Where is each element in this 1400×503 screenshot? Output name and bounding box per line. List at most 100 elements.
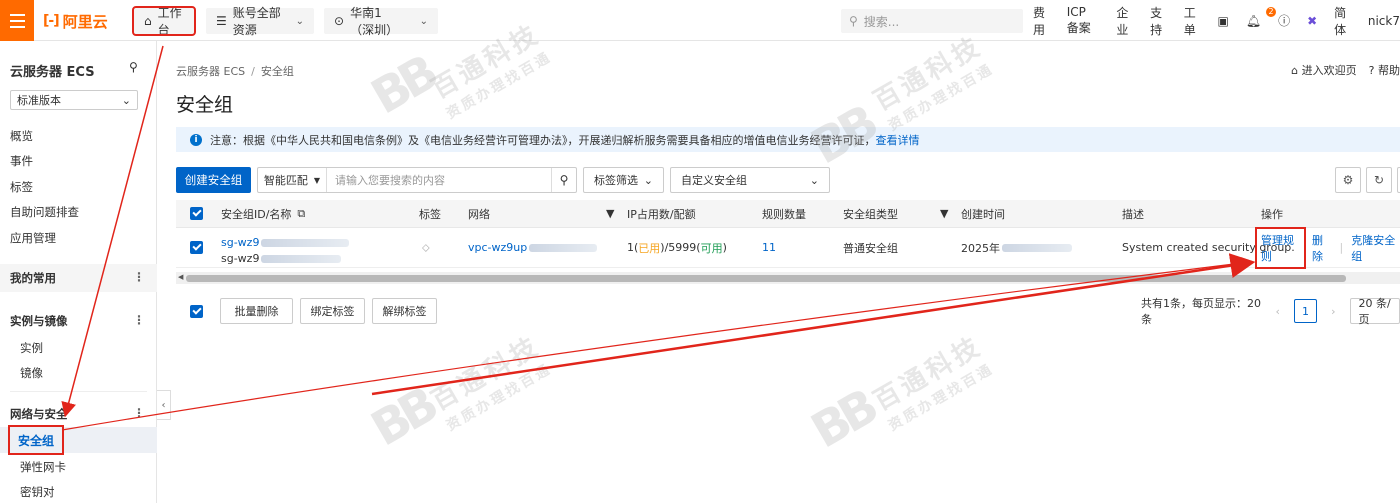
tag-icon[interactable]: ⬦: [422, 241, 430, 255]
notice-detail-link[interactable]: 查看详情: [876, 132, 920, 148]
top-links: 费用 ICP 备案 企业 支持 工单 ▣ 🔔︎ ⓘ ✖ 简体 nick7: [1033, 0, 1400, 41]
security-group-id-name: sg-wz9 sg-wz9: [221, 236, 350, 265]
sidebar-item-events[interactable]: 事件: [10, 153, 33, 169]
row-checkbox[interactable]: [190, 241, 203, 254]
menu-icon[interactable]: [0, 0, 34, 41]
link-support[interactable]: 支持: [1150, 4, 1167, 38]
security-group-type: 普通安全组: [843, 241, 898, 255]
unbind-tag-button[interactable]: 解绑标签: [372, 298, 437, 324]
sidebar-item-overview[interactable]: 概览: [10, 128, 33, 144]
region-label: 华南1（深圳）: [350, 6, 399, 37]
search-icon[interactable]: ⚲: [551, 168, 576, 192]
more-icon[interactable]: ⋮: [133, 270, 145, 284]
search-icon[interactable]: ⚲: [129, 60, 138, 74]
chevron-left-icon[interactable]: ‹: [1276, 305, 1280, 318]
security-group-id-link[interactable]: sg-wz9: [221, 236, 259, 249]
welcome-label: 进入欢迎页: [1301, 64, 1357, 77]
security-group-name: sg-wz9: [221, 252, 260, 265]
sidebar-group-network[interactable]: 网络与安全: [10, 406, 68, 422]
global-search-input[interactable]: ⚲ 搜索...: [841, 9, 1023, 33]
group-type-select[interactable]: 自定义安全组 ⌄: [670, 167, 830, 193]
sidebar-item-tags[interactable]: 标签: [10, 179, 33, 195]
language-switch[interactable]: 简体: [1334, 4, 1351, 38]
user-name[interactable]: nick7: [1368, 14, 1400, 28]
chevron-right-icon[interactable]: ›: [1331, 305, 1335, 318]
edition-select[interactable]: 标准版本 ⌄: [10, 90, 138, 110]
ip-available-label: 可用: [700, 241, 723, 255]
bind-tag-button[interactable]: 绑定标签: [300, 298, 365, 324]
page-size-select[interactable]: 20 条/页: [1349, 297, 1400, 326]
sidebar-group-instances[interactable]: 实例与镜像: [10, 313, 68, 329]
sidebar-item-eni[interactable]: 弹性网卡: [20, 459, 66, 475]
help-icon: ?: [1368, 64, 1378, 77]
welcome-link[interactable]: ⌂ 进入欢迎页: [1291, 62, 1356, 78]
refresh-icon[interactable]: ↻: [1366, 167, 1392, 193]
link-ticket[interactable]: 工单: [1184, 4, 1201, 38]
bell-icon[interactable]: 🔔︎: [1246, 14, 1261, 28]
create-security-group-button[interactable]: 创建安全组: [176, 167, 251, 193]
help-icon[interactable]: ⓘ: [1278, 12, 1290, 29]
created-time: 2025年: [961, 240, 1072, 256]
sidebar-item-app-management[interactable]: 应用管理: [10, 230, 56, 246]
settings-icon[interactable]: ⚙: [1335, 167, 1361, 193]
more-icon[interactable]: ⋮: [133, 406, 145, 420]
breadcrumb: 云服务器 ECS / 安全组: [176, 65, 294, 78]
help-link[interactable]: ? 帮助: [1369, 62, 1400, 78]
terminal-icon[interactable]: ▣: [1218, 14, 1229, 28]
page-number[interactable]: 1: [1293, 299, 1318, 323]
search-placeholder: 搜索...: [863, 14, 900, 29]
sidebar-item-instances[interactable]: 实例: [20, 340, 43, 356]
workbench-button[interactable]: ⌂ 工作台: [132, 6, 196, 37]
chevron-down-icon: ⌄: [121, 93, 131, 107]
scroll-left-icon[interactable]: ◀: [178, 273, 183, 281]
horizontal-scrollbar[interactable]: ◀: [176, 272, 1400, 284]
vpc-link[interactable]: vpc-wz9up: [468, 241, 527, 254]
sidebar-item-keypair[interactable]: 密钥对: [20, 484, 55, 500]
link-billing[interactable]: 费用: [1033, 4, 1050, 38]
col-type: 安全组类型: [843, 207, 898, 221]
breadcrumb-current: 安全组: [260, 65, 294, 78]
sidebar-item-images[interactable]: 镜像: [20, 365, 43, 381]
notice-text: 注意：根据《中华人民共和国电信条例》及《电信业务经营许可管理办法》，开展递归解析…: [210, 133, 876, 147]
link-icp[interactable]: ICP 备案: [1067, 5, 1100, 36]
top-navigation-bar: [-] 阿里云 ⌂ 工作台 ☰ 账号全部资源 ⌄ ⊙ 华南1（深圳） ⌄ ⚲ 搜…: [0, 0, 1400, 41]
select-all-checkbox[interactable]: [190, 207, 203, 220]
filter-icon[interactable]: ▼: [940, 207, 948, 220]
tag-filter-label: 标签筛选: [594, 174, 638, 187]
copy-icon[interactable]: ⧉: [297, 207, 305, 221]
app-icon[interactable]: ✖: [1307, 14, 1317, 28]
footer-select-all-checkbox[interactable]: [190, 305, 203, 318]
manage-rules-link[interactable]: 管理规则: [1254, 226, 1307, 269]
breadcrumb-ecs[interactable]: 云服务器 ECS: [176, 65, 245, 78]
aliyun-logo[interactable]: [-] 阿里云: [43, 12, 108, 31]
search-filter: 智能匹配 ▼ 请输入您要搜索的内容 ⚲: [257, 167, 577, 193]
tag-filter-select[interactable]: 标签筛选 ⌄: [583, 167, 664, 193]
edition-value: 标准版本: [17, 94, 61, 107]
search-icon: ⚲: [849, 14, 858, 28]
link-enterprise[interactable]: 企业: [1116, 4, 1133, 38]
sidebar-title: 云服务器 ECS: [10, 65, 95, 80]
col-ip: IP占用数/配额: [627, 207, 696, 221]
info-icon: i: [190, 133, 202, 146]
delete-link[interactable]: 删除: [1312, 232, 1332, 264]
notification-badge: 2: [1266, 7, 1276, 17]
sidebar-item-troubleshoot[interactable]: 自助问题排查: [10, 204, 79, 220]
col-tags: 标签: [419, 207, 441, 221]
batch-delete-button[interactable]: 批量删除: [220, 298, 293, 324]
resource-label: 账号全部资源: [232, 6, 281, 37]
sidebar-item-security-group[interactable]: 安全组: [0, 425, 157, 455]
col-id-name: 安全组ID/名称 ⧉: [221, 206, 305, 222]
caret-down-icon: ▼: [313, 175, 321, 185]
list-icon: ☰: [216, 14, 227, 28]
scrollbar-thumb[interactable]: [186, 275, 1346, 282]
rules-count-link[interactable]: 11: [762, 241, 776, 254]
resource-selector[interactable]: ☰ 账号全部资源 ⌄: [206, 6, 314, 37]
filter-icon[interactable]: ▼: [606, 207, 614, 220]
more-icon[interactable]: ⋮: [133, 313, 145, 327]
match-mode-select[interactable]: 智能匹配 ▼: [258, 168, 327, 192]
search-input[interactable]: 请输入您要搜索的内容: [327, 172, 551, 188]
clone-link[interactable]: 克隆安全组: [1351, 232, 1400, 264]
chevron-down-icon: ⌄: [809, 173, 819, 187]
region-selector[interactable]: ⊙ 华南1（深圳） ⌄: [324, 6, 438, 37]
page-actions: ⌂ 进入欢迎页 ? 帮助: [1291, 62, 1400, 78]
